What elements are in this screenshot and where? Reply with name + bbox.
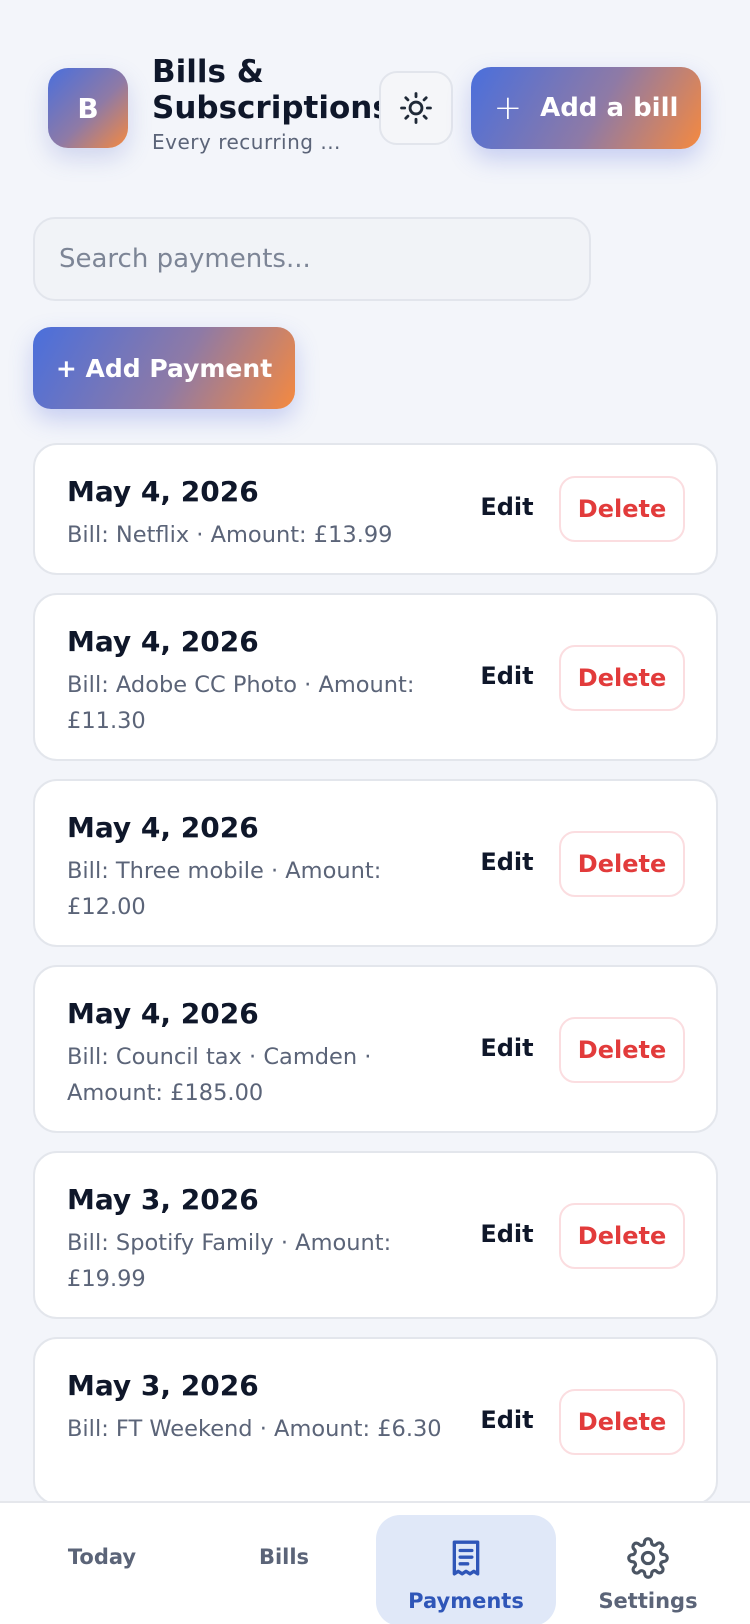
payment-card: May 4, 2026 Bill: Three mobile · Amount:… [33, 779, 718, 947]
add-payment-button[interactable]: + Add Payment [33, 327, 295, 409]
app-logo: B [48, 68, 128, 148]
edit-button[interactable]: Edit [462, 1016, 552, 1080]
delete-button[interactable]: Delete [559, 476, 685, 542]
payment-detail: Bill: Spotify Family · Amount: £19.99 [67, 1230, 392, 1292]
app: B Bills & Subscriptions Every recurring … [0, 0, 750, 1624]
page-title: Bills & Subscriptions [152, 54, 391, 126]
sun-icon [400, 92, 432, 124]
payment-detail: Bill: Three mobile · Amount: £12.00 [67, 858, 382, 920]
payment-detail: Bill: Netflix · Amount: £13.99 [67, 522, 393, 548]
payment-card: May 3, 2026 Bill: FT Weekend · Amount: £… [33, 1337, 718, 1505]
payment-date: May 4, 2026 [67, 811, 259, 844]
edit-button[interactable]: Edit [462, 1388, 552, 1452]
payment-detail: Bill: Council tax · Camden · Amount: £18… [67, 1044, 372, 1106]
add-bill-button[interactable]: + Add a bill [471, 67, 701, 149]
payment-detail: Bill: FT Weekend · Amount: £6.30 [67, 1416, 442, 1442]
theme-toggle-button[interactable] [379, 71, 453, 145]
add-bill-label: Add a bill [540, 93, 679, 123]
payment-card: May 4, 2026 Bill: Netflix · Amount: £13.… [33, 443, 718, 575]
nav-tab-bills[interactable]: Bills [194, 1515, 374, 1624]
payment-card: May 4, 2026 Bill: Adobe CC Photo · Amoun… [33, 593, 718, 761]
search-input[interactable] [33, 217, 591, 301]
delete-button[interactable]: Delete [559, 1203, 685, 1269]
payment-date: May 3, 2026 [67, 1369, 259, 1402]
payment-date: May 3, 2026 [67, 1183, 259, 1216]
nav-tab-settings[interactable]: Settings [558, 1515, 738, 1624]
nav-tab-payments[interactable]: Payments [376, 1515, 556, 1624]
page-subtitle: Every recurring ... [152, 130, 341, 154]
payment-card: May 4, 2026 Bill: Council tax · Camden ·… [33, 965, 718, 1133]
delete-button[interactable]: Delete [559, 1389, 685, 1455]
edit-button[interactable]: Edit [462, 1202, 552, 1266]
payment-date: May 4, 2026 [67, 475, 259, 508]
payment-list: May 4, 2026 Bill: Netflix · Amount: £13.… [33, 443, 718, 1523]
edit-button[interactable]: Edit [462, 644, 552, 708]
delete-button[interactable]: Delete [559, 831, 685, 897]
nav-tab-today[interactable]: Today [12, 1515, 192, 1624]
bottom-nav: Today Bills Payments Settings [0, 1501, 750, 1624]
payment-card: May 3, 2026 Bill: Spotify Family · Amoun… [33, 1151, 718, 1319]
edit-button[interactable]: Edit [462, 830, 552, 894]
gear-icon [627, 1537, 669, 1579]
nav-label-payments: Payments [408, 1589, 524, 1613]
nav-label-settings: Settings [598, 1589, 698, 1613]
payment-date: May 4, 2026 [67, 625, 259, 658]
plus-icon: + [493, 88, 523, 128]
header: B Bills & Subscriptions Every recurring … [0, 0, 750, 200]
receipt-icon [452, 1540, 480, 1576]
payment-date: May 4, 2026 [67, 997, 259, 1030]
delete-button[interactable]: Delete [559, 1017, 685, 1083]
edit-button[interactable]: Edit [462, 475, 552, 539]
nav-label-today: Today [67, 1545, 137, 1569]
nav-label-bills: Bills [258, 1545, 310, 1569]
payment-detail: Bill: Adobe CC Photo · Amount: £11.30 [67, 672, 415, 734]
delete-button[interactable]: Delete [559, 645, 685, 711]
